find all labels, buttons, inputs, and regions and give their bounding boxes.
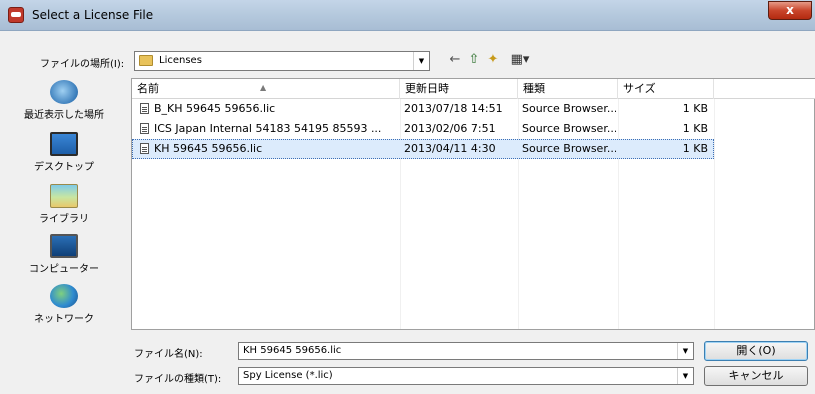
- file-name: KH 59645 59656.lic: [154, 142, 263, 155]
- window-title: Select a License File: [32, 8, 154, 22]
- lookin-label: ファイルの場所(I):: [40, 59, 125, 70]
- document-icon: [140, 123, 149, 134]
- file-modified: 2013/07/18 14:51: [404, 102, 503, 115]
- lookin-value: Licenses: [159, 55, 202, 66]
- computer-icon: [50, 234, 78, 258]
- lookin-combo[interactable]: Licenses ▼: [134, 51, 430, 71]
- column-header-modified[interactable]: 更新日時: [400, 79, 518, 99]
- library-icon: [50, 184, 78, 208]
- chevron-down-icon[interactable]: ▼: [677, 343, 693, 359]
- filename-label: ファイル名(N):: [134, 349, 203, 360]
- column-header-size[interactable]: サイズ: [618, 79, 714, 99]
- column-header-name[interactable]: 名前 ▲: [132, 79, 400, 99]
- document-icon: [140, 103, 149, 114]
- place-network[interactable]: ネットワーク: [0, 284, 128, 325]
- cancel-button[interactable]: キャンセル: [704, 366, 808, 386]
- file-modified: 2013/04/11 4:30: [404, 142, 496, 155]
- filetype-select[interactable]: Spy License (*.lic) ▼: [238, 367, 694, 385]
- place-desktop[interactable]: デスクトップ: [0, 132, 128, 173]
- chevron-down-icon[interactable]: ▼: [413, 52, 429, 70]
- file-size: 1 KB: [682, 122, 708, 135]
- place-label: 最近表示した場所: [24, 110, 104, 121]
- place-recent[interactable]: 最近表示した場所: [0, 80, 128, 121]
- place-label: デスクトップ: [34, 162, 94, 173]
- file-rows: B_KH 59645 59656.lic 2013/07/18 14:51 So…: [132, 99, 815, 159]
- filename-value: KH 59645 59656.lic: [243, 345, 342, 356]
- recent-places-icon: [50, 80, 78, 104]
- file-name: ICS Japan Internal 54183 54195 85593 ...: [154, 122, 382, 135]
- views-menu-icon[interactable]: ▦▾: [507, 51, 533, 69]
- place-library[interactable]: ライブラリ: [0, 184, 128, 225]
- file-modified: 2013/02/06 7:51: [404, 122, 496, 135]
- place-computer[interactable]: コンピューター: [0, 234, 128, 275]
- file-row-selected[interactable]: KH 59645 59656.lic 2013/04/11 4:30 Sourc…: [132, 139, 714, 159]
- up-folder-icon[interactable]: ⇧: [465, 51, 483, 69]
- close-button[interactable]: x: [768, 1, 812, 20]
- file-type: Source Browser...: [522, 122, 616, 135]
- place-label: ライブラリ: [39, 214, 89, 225]
- file-type: Source Browser...: [522, 142, 616, 155]
- file-row[interactable]: B_KH 59645 59656.lic 2013/07/18 14:51 So…: [132, 99, 714, 119]
- file-type: Source Browser...: [522, 102, 616, 115]
- column-size-label: サイズ: [623, 82, 656, 95]
- column-name-label: 名前: [137, 82, 159, 95]
- filetype-value: Spy License (*.lic): [243, 370, 333, 381]
- back-icon[interactable]: ←: [446, 51, 464, 69]
- column-modified-label: 更新日時: [405, 82, 449, 95]
- place-label: ネットワーク: [34, 314, 94, 325]
- filetype-label: ファイルの種類(T):: [134, 374, 222, 385]
- list-header: 名前 ▲ 更新日時 種類 サイズ: [132, 79, 815, 99]
- file-row[interactable]: ICS Japan Internal 54183 54195 85593 ...…: [132, 119, 714, 139]
- file-list[interactable]: 名前 ▲ 更新日時 種類 サイズ B_KH 59645 59656.lic 20…: [131, 78, 815, 330]
- app-icon: [8, 7, 24, 23]
- title-bar: Select a License File x: [0, 0, 815, 31]
- file-size: 1 KB: [682, 102, 708, 115]
- new-folder-icon[interactable]: ✦: [484, 51, 502, 69]
- network-icon: [50, 284, 78, 308]
- folder-icon: [139, 55, 153, 66]
- open-button[interactable]: 開く(O): [704, 341, 808, 361]
- place-label: コンピューター: [29, 264, 99, 275]
- document-icon: [140, 143, 149, 154]
- file-size: 1 KB: [682, 142, 708, 155]
- file-name: B_KH 59645 59656.lic: [154, 102, 276, 115]
- chevron-down-icon[interactable]: ▼: [677, 368, 693, 384]
- column-type-label: 種類: [523, 82, 545, 95]
- column-header-type[interactable]: 種類: [518, 79, 618, 99]
- sort-up-icon: ▲: [260, 83, 267, 92]
- filename-input[interactable]: KH 59645 59656.lic ▼: [238, 342, 694, 360]
- places-bar: 最近表示した場所 デスクトップ ライブラリ コンピューター ネットワーク: [0, 78, 128, 330]
- desktop-icon: [50, 132, 78, 156]
